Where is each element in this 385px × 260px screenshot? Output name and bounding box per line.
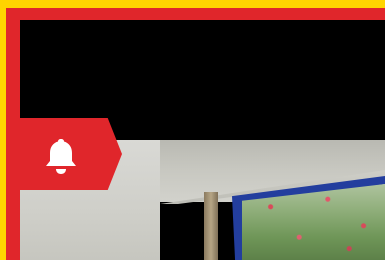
bell-body xyxy=(46,139,76,166)
bell-icon xyxy=(46,139,76,174)
bell-clapper xyxy=(56,169,66,174)
wooden-door-frame xyxy=(204,192,218,260)
